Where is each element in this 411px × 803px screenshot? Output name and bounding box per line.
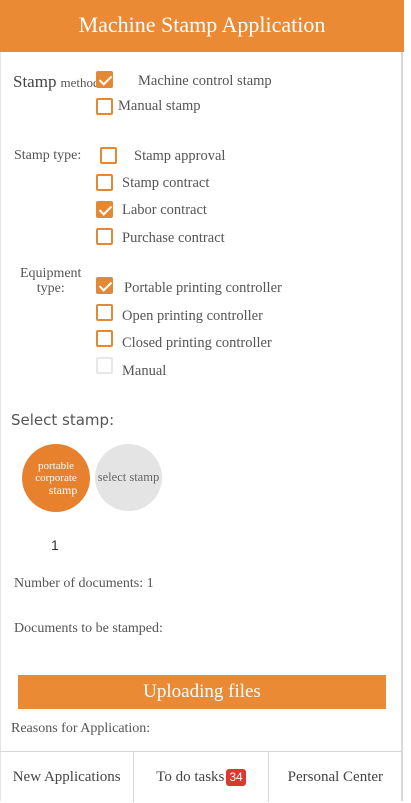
tasks-count-badge: 34 [226, 768, 246, 786]
manual-equipment-checkbox[interactable] [96, 357, 113, 374]
documents-to-be-stamped: Documents to be stamped: [14, 621, 163, 636]
tab-new-applications[interactable]: New Applications [0, 752, 135, 802]
manual-stamp-checkbox[interactable] [96, 98, 113, 115]
page-header: Machine Stamp Application [0, 0, 404, 52]
tab-personal-center[interactable]: Personal Center [269, 752, 402, 802]
stamp-contract-checkbox[interactable] [96, 174, 113, 191]
tab-to-do-tasks[interactable]: To do tasks 34 [134, 752, 269, 802]
stamp-approval-label: Stamp approval [134, 148, 226, 164]
select-stamp-label: Select stamp: [11, 411, 115, 429]
purchase-contract-label: Purchase contract [122, 230, 225, 246]
equipment-type-label: Equipment type: [20, 266, 82, 296]
machine-control-stamp-checkbox[interactable] [96, 71, 113, 88]
bottom-tab-bar: New Applications To do tasks 34 Personal… [0, 751, 402, 802]
portable-printing-controller-checkbox[interactable] [96, 277, 113, 294]
page-title: Machine Stamp Application [78, 12, 326, 37]
purchase-contract-checkbox[interactable] [96, 228, 113, 245]
open-printing-controller-label: Open printing controller [122, 308, 263, 324]
manual-stamp-label: Manual stamp [118, 98, 201, 114]
stamp-method-label: Stamp method [13, 72, 100, 91]
stamp-approval-checkbox[interactable] [100, 147, 117, 164]
reasons-for-application-label: Reasons for Application: [11, 721, 151, 736]
stamp-option-selected[interactable]: portable corporate stamp [22, 444, 90, 512]
stamp-option-unselected[interactable]: select stamp [95, 444, 162, 511]
stamp-option-unselected-label: select stamp [97, 470, 160, 484]
machine-control-stamp-label: Machine control stamp [138, 73, 272, 89]
stamp-type-label: Stamp type: [14, 148, 82, 163]
upload-files-button[interactable]: Uploading files [18, 675, 386, 709]
stamp-line-1: portable [37, 460, 75, 472]
portable-printing-controller-label: Portable printing controller [124, 280, 282, 296]
labor-contract-checkbox[interactable] [96, 201, 113, 218]
stamp-contract-label: Stamp contract [122, 175, 210, 191]
open-printing-controller-checkbox[interactable] [96, 304, 113, 321]
closed-printing-controller-checkbox[interactable] [96, 330, 113, 347]
labor-contract-label: Labor contract [122, 202, 207, 218]
stamp-count: 1 [51, 537, 59, 553]
number-of-documents: Number of documents: 1 [14, 576, 154, 591]
closed-printing-controller-label: Closed printing controller [122, 335, 272, 351]
stamp-line-3: stamp [48, 483, 78, 497]
manual-equipment-label: Manual [122, 363, 167, 379]
